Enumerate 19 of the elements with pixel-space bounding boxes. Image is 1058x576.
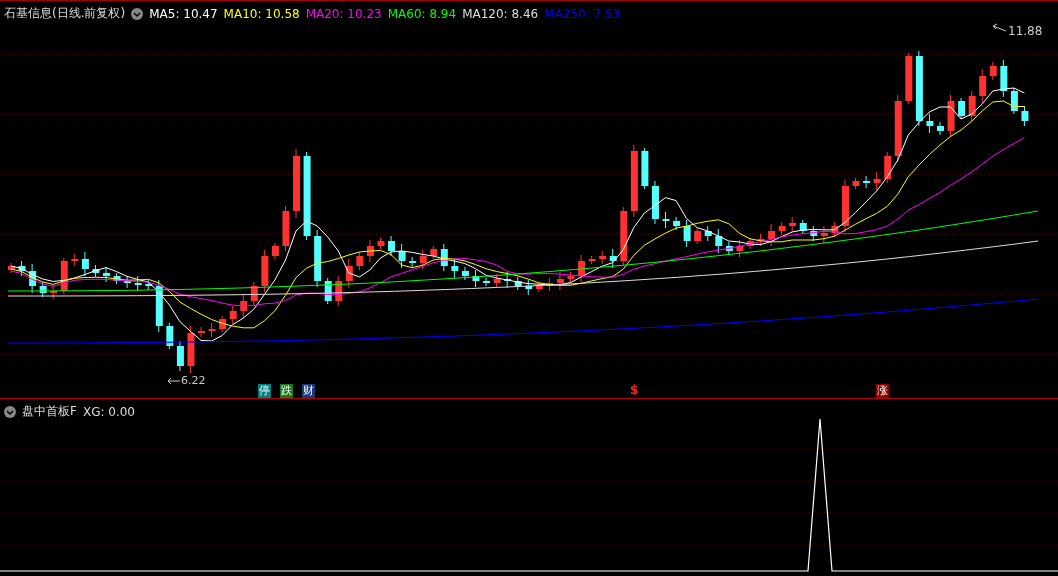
indicator-value: XG: 0.00 — [82, 404, 135, 419]
signal-badge: 财 — [302, 384, 315, 398]
indicator-title: 盘中首板F — [22, 403, 77, 420]
dropdown-icon[interactable] — [131, 7, 144, 20]
signal-badge: 跌 — [280, 384, 293, 398]
ma-legend-value: MA120: 8.46 — [462, 6, 539, 21]
arrow-icon — [167, 376, 181, 386]
low-price-label: 6.22 — [181, 374, 206, 387]
ma-legend-value: MA60: 8.94 — [387, 6, 457, 21]
chart-title: 石基信息(日线.前复权) — [4, 5, 126, 22]
dropdown-icon[interactable] — [4, 405, 16, 418]
signal-badge: 停 — [258, 384, 271, 398]
ma-legend-value: MA250: 7.53 — [544, 6, 621, 21]
ma-legend-value: MA10: 10.58 — [223, 6, 300, 21]
signal-symbol: $ — [630, 383, 639, 397]
ma-legend-value: MA5: 10.47 — [149, 6, 218, 21]
high-price-label: 11.88 — [1008, 24, 1043, 38]
ma-legend-value: MA20: 10.23 — [305, 6, 382, 21]
signal-badge: 涨 — [876, 384, 889, 398]
